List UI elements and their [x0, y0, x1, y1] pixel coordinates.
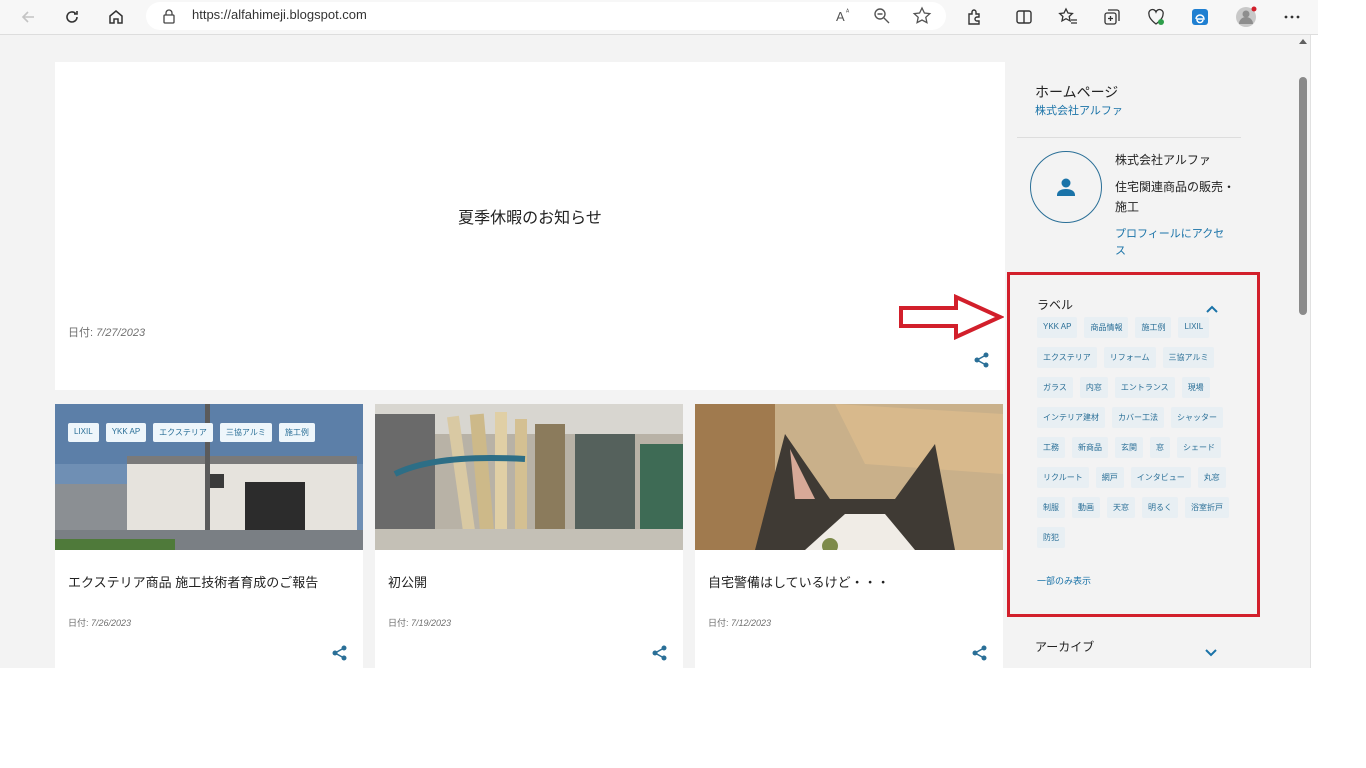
lock-icon[interactable] — [162, 8, 176, 28]
label-chip[interactable]: YKK AP — [105, 423, 147, 442]
label-chip[interactable]: 明るく — [1142, 497, 1178, 518]
label-chip[interactable]: エクステリア — [1037, 347, 1097, 368]
homepage-link[interactable]: 株式会社アルファ — [1035, 102, 1123, 118]
labels-heading: ラベル — [1037, 298, 1074, 312]
featured-post-title[interactable]: 夏季休暇のお知らせ — [55, 204, 1005, 228]
featured-post[interactable]: 夏季休暇のお知らせ 日付: 7/27/2023 — [55, 62, 1005, 390]
label-chip[interactable]: ガラス — [1037, 377, 1073, 398]
label-chip[interactable]: 天窓 — [1107, 497, 1135, 518]
post-title[interactable]: 初公開 — [388, 572, 427, 591]
post-card[interactable]: 初公開 日付: 7/19/2023 — [375, 404, 683, 668]
label-chip[interactable]: 商品情報 — [1084, 317, 1129, 338]
labels-list: YKK AP 商品情報 施工例 LIXIL エクステリア リフォーム 三協アルミガラス 内窓エ… — [1037, 317, 1237, 548]
url-text[interactable]: https://alfahimeji.blogspot.com — [192, 7, 367, 22]
share-icon[interactable] — [651, 644, 669, 662]
svg-text:ᴬ: ᴬ — [845, 8, 850, 16]
label-chip[interactable]: シャッター — [1171, 407, 1223, 428]
share-icon[interactable] — [973, 351, 991, 369]
label-chip[interactable]: LIXIL — [1178, 317, 1210, 338]
labels-widget: ラベル YKK AP 商品情報 施工例 LIXIL エクステリア リフォーム 三協アルミガラ… — [1007, 272, 1260, 617]
favorites-icon[interactable] — [1056, 5, 1080, 29]
post-card[interactable]: 自宅警備はしているけど・・・ 日付: 7/12/2023 — [695, 404, 1003, 668]
label-chip[interactable]: 玄関 — [1115, 437, 1143, 458]
label-chip[interactable]: 現場 — [1181, 377, 1210, 398]
page-viewport: 夏季休暇のお知らせ 日付: 7/27/2023 LIXIL YKK AP エクス… — [0, 35, 1296, 668]
label-chip[interactable]: 内窓 — [1079, 377, 1108, 398]
label-chip[interactable]: 防犯 — [1037, 527, 1065, 548]
zoom-out-icon[interactable] — [872, 6, 892, 30]
share-icon[interactable] — [971, 644, 989, 662]
avatar[interactable] — [1030, 151, 1102, 223]
label-chip[interactable]: 動画 — [1072, 497, 1100, 518]
home-icon[interactable] — [102, 3, 130, 31]
profile-icon[interactable] — [1234, 5, 1258, 29]
label-chip[interactable]: エクステリア — [153, 423, 213, 442]
vertical-scrollbar[interactable] — [1296, 35, 1310, 668]
browser-toolbar: https://alfahimeji.blogspot.com Aᴬ — [0, 0, 1318, 35]
favorite-star-icon[interactable] — [912, 6, 932, 30]
label-chip[interactable]: 窓 — [1150, 437, 1170, 458]
post-title[interactable]: 自宅警備はしているけど・・・ — [708, 572, 890, 591]
post-date: 日付: 7/19/2023 — [388, 618, 452, 628]
chevron-up-icon[interactable] — [1206, 298, 1218, 317]
homepage-heading: ホームページ — [1035, 84, 1119, 100]
label-chip[interactable]: インタビュー — [1130, 467, 1191, 488]
label-chip[interactable]: 丸窓 — [1197, 467, 1226, 488]
label-chip[interactable]: 網戸 — [1095, 467, 1124, 488]
label-chip[interactable]: 浴室折戸 — [1185, 497, 1229, 518]
more-icon[interactable] — [1280, 5, 1304, 29]
label-chip[interactable]: YKK AP — [1037, 317, 1078, 338]
label-chip[interactable]: リフォーム — [1103, 347, 1156, 368]
label-chip[interactable]: インテリア建材 — [1037, 407, 1105, 428]
post-title[interactable]: エクステリア商品 施工技術者育成のご報告 — [68, 572, 318, 591]
annotation-arrow-icon — [898, 293, 1005, 344]
label-chip[interactable]: 三協アルミ — [1162, 347, 1215, 368]
label-chip[interactable]: カバー工法 — [1112, 407, 1164, 428]
label-chip[interactable]: シェード — [1177, 437, 1221, 458]
read-aloud-icon[interactable]: Aᴬ — [834, 6, 854, 30]
address-bar[interactable]: https://alfahimeji.blogspot.com Aᴬ — [146, 2, 946, 30]
post-thumbnail-house[interactable]: LIXIL YKK AP エクステリア 三協アルミ 施工例 — [55, 404, 363, 550]
edge-icon[interactable] — [1188, 5, 1212, 29]
label-chip[interactable]: エントランス — [1114, 377, 1175, 398]
share-icon[interactable] — [331, 644, 349, 662]
heart-pulse-icon[interactable] — [1144, 5, 1168, 29]
label-chip[interactable]: 新商品 — [1072, 437, 1108, 458]
post-chips: LIXIL YKK AP エクステリア 三協アルミ 施工例 — [68, 423, 315, 442]
scroll-up-icon — [1299, 39, 1307, 44]
post-thumbnail-warehouse[interactable] — [375, 404, 683, 550]
label-chip[interactable]: 制服 — [1037, 497, 1065, 518]
label-chip[interactable]: リクルート — [1037, 467, 1089, 488]
scrollbar-thumb[interactable] — [1299, 77, 1307, 315]
featured-post-date: 日付: 7/27/2023 — [68, 327, 146, 339]
show-less-link[interactable]: 一部のみ表示 — [1037, 574, 1091, 587]
person-icon — [1057, 178, 1075, 196]
split-screen-icon[interactable] — [1012, 5, 1036, 29]
reload-icon[interactable] — [58, 3, 86, 31]
profile-description: 住宅関連商品の販売・施工 — [1115, 180, 1236, 214]
svg-text:A: A — [836, 9, 845, 24]
extensions-icon[interactable] — [963, 5, 987, 29]
post-thumbnail-cat[interactable] — [695, 404, 1003, 550]
label-chip[interactable]: 工務 — [1037, 437, 1065, 458]
label-chip[interactable]: LIXIL — [68, 423, 99, 442]
chevron-down-icon[interactable] — [1205, 642, 1217, 661]
label-chip[interactable]: 施工例 — [278, 423, 315, 442]
profile-link[interactable]: プロフィールにアクセス — [1115, 226, 1235, 260]
back-icon[interactable] — [14, 3, 42, 31]
collections-icon[interactable] — [1100, 5, 1124, 29]
post-date: 日付: 7/12/2023 — [708, 618, 772, 628]
post-date: 日付: 7/26/2023 — [68, 618, 132, 628]
window-edge — [1310, 35, 1319, 668]
label-chip[interactable]: 三協アルミ — [219, 423, 272, 442]
post-card[interactable]: LIXIL YKK AP エクステリア 三協アルミ 施工例 エクステリア商品 施… — [55, 404, 363, 668]
divider — [1017, 137, 1241, 138]
profile-name: 株式会社アルファ — [1115, 153, 1211, 167]
label-chip[interactable]: 施工例 — [1135, 317, 1172, 338]
archive-heading[interactable]: アーカイブ — [1035, 638, 1094, 655]
